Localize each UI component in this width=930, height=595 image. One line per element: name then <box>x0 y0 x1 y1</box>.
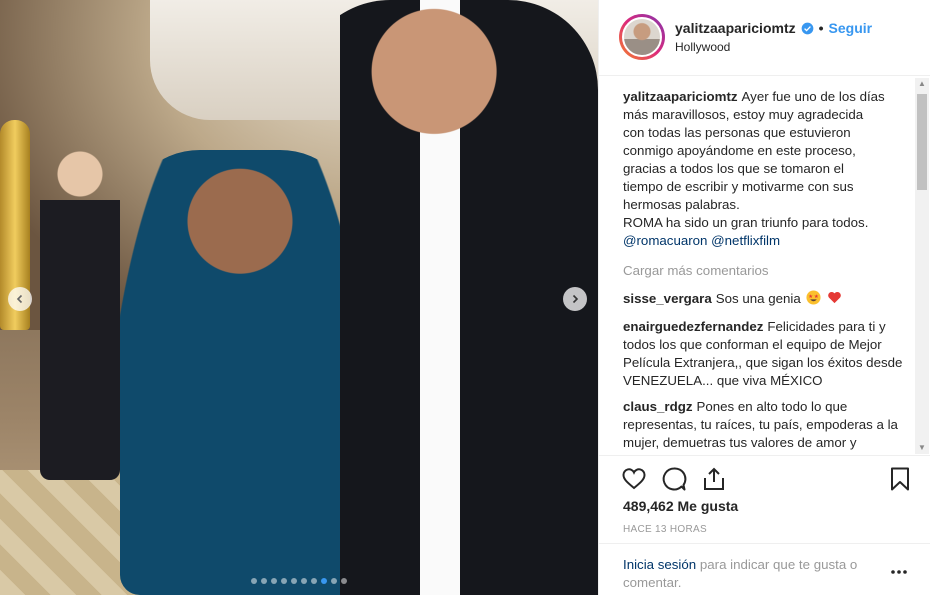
header-separator: • <box>818 20 824 36</box>
login-prompt-text: Inicia sesión para indicar que te gusta … <box>623 556 883 592</box>
load-more-comments-button[interactable]: Cargar más comentarios <box>623 262 909 280</box>
post-timestamp[interactable]: HACE 13 HORAS <box>623 524 707 535</box>
background-person <box>40 140 120 480</box>
carousel-dot <box>291 578 297 584</box>
heart-icon[interactable] <box>621 466 647 492</box>
header-user-row: yalitzaapariciomtz • Seguir <box>675 20 872 36</box>
more-options-icon[interactable] <box>889 562 909 582</box>
location-link[interactable]: Hollywood <box>675 40 730 54</box>
comment-item: claus_rdgz Pones en alto todo lo que repr… <box>623 398 909 452</box>
post-photo[interactable] <box>0 0 598 595</box>
scroll-up-arrow-icon[interactable]: ▲ <box>918 80 926 88</box>
caption-text-line: conmigo apoyándome en este proceso, <box>623 143 856 158</box>
carousel-dot <box>321 578 327 584</box>
scroll-down-arrow-icon[interactable]: ▼ <box>918 444 926 452</box>
carousel-next-button[interactable] <box>563 287 587 311</box>
caption: yalitzaapariciomtz Ayer fue uno de los dí… <box>623 88 909 250</box>
comment-icon[interactable] <box>661 466 687 492</box>
comments-list[interactable]: yalitzaapariciomtz Ayer fue uno de los dí… <box>623 88 909 453</box>
share-icon[interactable] <box>701 466 727 492</box>
carousel-dot <box>311 578 317 584</box>
mention-link[interactable]: @netflixfilm <box>711 233 780 248</box>
carousel-dot <box>331 578 337 584</box>
caption-text-line: Ayer fue uno de los días <box>741 89 885 104</box>
carousel-dot <box>301 578 307 584</box>
likes-count[interactable]: 489,462 Me gusta <box>623 498 738 514</box>
scrollbar-thumb[interactable] <box>917 94 927 190</box>
comment-username[interactable]: enairguedezfernandez <box>623 319 763 334</box>
caption-username[interactable]: yalitzaapariciomtz <box>623 89 738 104</box>
caption-text-line: gracias a todos los que se tomaron el <box>623 161 845 176</box>
comment-username[interactable]: sisse_vergara <box>623 291 712 306</box>
carousel-dot <box>341 578 347 584</box>
comment-username[interactable]: claus_rdgz <box>623 399 692 414</box>
carousel-indicator <box>0 578 598 584</box>
bookmark-icon[interactable] <box>887 466 913 492</box>
post-actions-bar <box>599 455 930 501</box>
carousel-prev-button[interactable] <box>8 287 32 311</box>
verified-badge-icon <box>801 22 814 35</box>
comment-text: Sos una genia <box>715 291 801 306</box>
comment-item: sisse_vergara Sos una genia <box>623 290 909 310</box>
caption-text-line: tiempo de escribir y motivarme con sus <box>623 179 854 194</box>
story-ring[interactable] <box>619 14 665 60</box>
star-struck-emoji-icon <box>806 290 821 310</box>
login-link[interactable]: Inicia sesión <box>623 557 696 572</box>
carousel-dot <box>281 578 287 584</box>
carousel-dot <box>271 578 277 584</box>
man-in-tuxedo <box>300 0 598 595</box>
caption-text-line: ROMA ha sido un gran triunfo para todos. <box>623 215 869 230</box>
post-side-panel: yalitzaapariciomtz • Seguir Hollywood ya… <box>598 0 930 595</box>
carousel-dot <box>261 578 267 584</box>
header-username[interactable]: yalitzaapariciomtz <box>675 20 796 36</box>
mention-link[interactable]: @romacuaron <box>623 233 707 248</box>
caption-text-line: con todas las personas que estuvieron <box>623 125 851 140</box>
follow-button[interactable]: Seguir <box>829 20 873 36</box>
comments-scrollbar[interactable]: ▲ ▼ <box>915 78 929 454</box>
login-prompt-bar: Inicia sesión para indicar que te gusta … <box>599 543 930 595</box>
red-heart-emoji-icon <box>827 290 842 310</box>
caption-text-line: más maravillosos, estoy muy agradecida <box>623 107 864 122</box>
comment-item: enairguedezfernandez Felicidades para ti … <box>623 318 909 390</box>
chevron-right-icon <box>572 294 579 304</box>
carousel-dot <box>251 578 257 584</box>
caption-mentions: @romacuaron @netflixfilm <box>623 232 909 250</box>
caption-text-line: hermosas palabras. <box>623 197 740 212</box>
chevron-left-icon <box>16 294 23 304</box>
post-header: yalitzaapariciomtz • Seguir Hollywood <box>599 0 930 76</box>
avatar[interactable] <box>622 17 662 57</box>
